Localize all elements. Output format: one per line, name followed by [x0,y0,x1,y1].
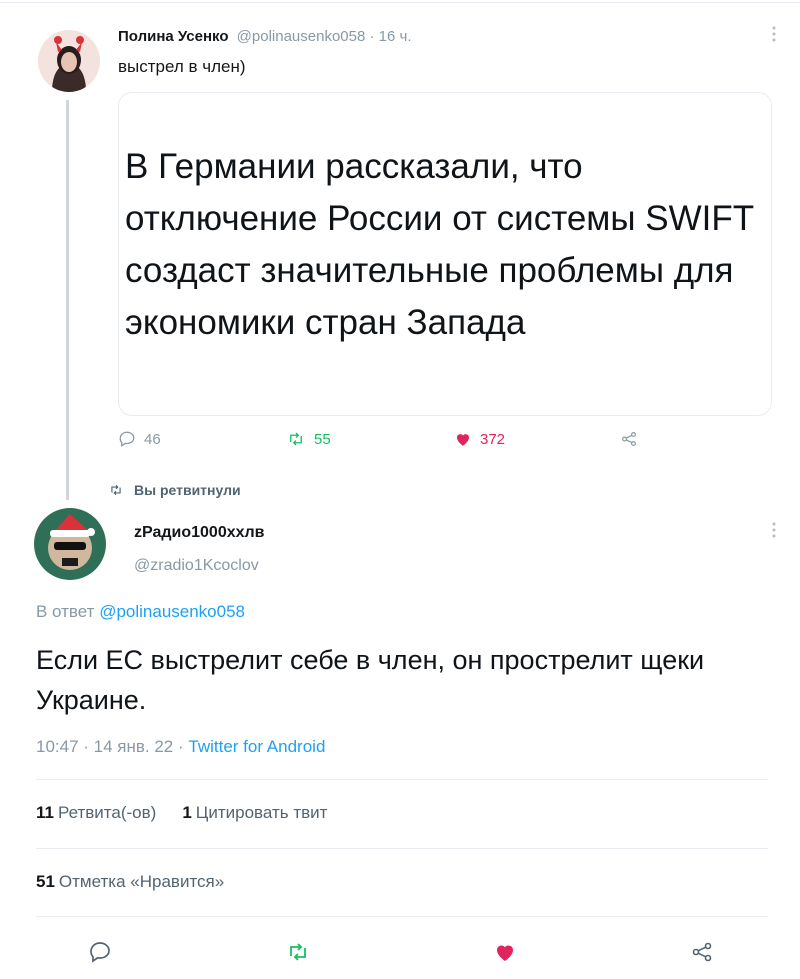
thread-line [66,100,69,500]
retweet-action[interactable]: 55 [286,430,331,448]
share-icon [692,942,712,962]
tweet1-header: Полина Усенко @polinausenko058 · 16 ч. [118,28,412,45]
likes-stat[interactable]: 51 Отметка «Нравится» [36,872,224,892]
tweet1-meta: @polinausenko058 · 16 ч. [236,28,412,45]
share-action[interactable] [620,430,646,448]
retweeted-label: Вы ретвитнули [134,482,241,498]
share-button[interactable] [688,938,716,966]
like-count: 372 [480,430,506,448]
divider [36,848,768,849]
like-action[interactable]: 372 [454,430,505,448]
reply-count: 46 [144,430,161,448]
reply-handle-link[interactable]: @polinausenko058 [99,602,245,621]
card-headline: В Германии рассказали, что отключение Ро… [125,147,754,342]
tweet2-source-link[interactable]: Twitter for Android [188,737,325,756]
retweet-small-icon [111,484,121,496]
retweet-count: 55 [314,430,331,448]
quotes-stat[interactable]: 1 Цитировать твит [182,803,327,823]
retweeted-indicator: Вы ретвитнули [108,482,241,498]
tweet2-timestamp: 10:47 · 14 янв. 22 · Twitter for Android [36,737,325,757]
retweets-stat[interactable]: 11 Ретвита(-ов) [36,803,156,823]
reply-icon [119,431,135,447]
reply-prefix: В ответ [36,602,95,621]
divider [36,779,768,780]
reply-action[interactable]: 46 [118,430,161,448]
tweet2-author-handle[interactable]: @zradio1Kcoclov [134,557,259,575]
avatar-zradio[interactable] [34,508,106,580]
reply-to-line: В ответ @polinausenko058 [36,602,245,622]
avatar-polina[interactable] [38,30,100,92]
quoted-card[interactable]: В Германии рассказали, что отключение Ро… [118,92,772,416]
heart-icon [457,434,469,446]
more-icon[interactable] [768,26,780,44]
tweet2-author-name[interactable]: zРадио1000ххлв [134,524,265,542]
heart-icon [497,945,513,961]
top-divider [0,2,800,3]
tweet2-text: Если ЕС выстрелит себе в член, он простр… [36,645,705,715]
more-icon[interactable] [768,522,780,540]
tweet1-text: выстрел в член) [118,57,246,76]
retweet-button[interactable] [284,938,312,966]
engagement-stats: 11 Ретвита(-ов) 1 Цитировать твит [36,803,327,823]
retweet-icon [290,432,302,446]
tweet1-author-name[interactable]: Полина Усенко [118,28,229,45]
like-button[interactable] [491,938,519,966]
share-icon [622,432,636,446]
reply-button[interactable] [86,938,114,966]
divider [36,916,768,917]
reply-icon [90,942,110,963]
retweet-icon [290,943,306,961]
tweet2-time[interactable]: 10:47 · 14 янв. 22 · [36,737,184,756]
